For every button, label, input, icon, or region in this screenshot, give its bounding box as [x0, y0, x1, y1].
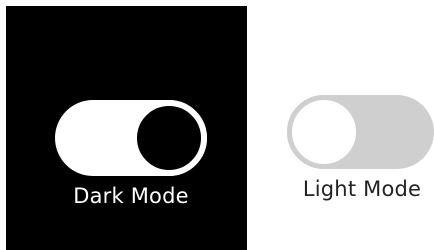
light-mode-toggle[interactable] — [287, 95, 434, 169]
dark-mode-toggle[interactable] — [55, 100, 207, 176]
dark-mode-toggle-knob — [131, 100, 207, 176]
toggle-comparison: Dark Mode Light Mode — [0, 0, 434, 250]
light-mode-label: Light Mode — [302, 177, 422, 201]
dark-mode-panel: Dark Mode — [6, 6, 247, 250]
light-mode-toggle-knob — [287, 95, 361, 169]
dark-mode-label: Dark Mode — [73, 184, 189, 208]
